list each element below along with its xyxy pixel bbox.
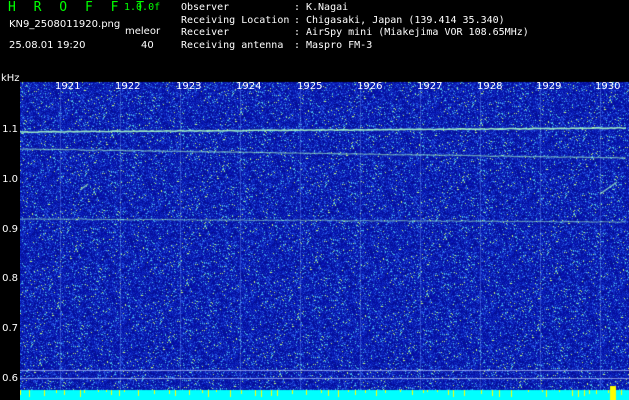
time-tick-label: 1925 [297,81,323,92]
info-value: AirSpy mini (Miakejima VOR 108.65MHz) [306,27,529,38]
freq-tick-label: 0.8 [2,273,18,284]
info-key: Receiving antenna [181,39,284,51]
time-tick-label: 1922 [115,81,141,92]
freq-tick-label: 0.9 [2,224,18,235]
info-row-receiver: Receiver: AirSpy mini (Miakejima VOR 108.… [181,27,529,40]
info-separator: : [294,14,301,26]
info-key: Receiver [181,27,230,38]
freq-tick-label: 0.7 [2,323,18,334]
version-label: 1.0.0f [124,2,161,13]
info-key: Observer [181,2,230,13]
frequency-unit-label: kHz [1,73,20,84]
info-key: Receiving Location [181,14,290,26]
filename-label: KN9_2508011920.png [9,19,121,30]
info-separator: : [294,27,301,38]
datetime-label: 25.08.01 19:20 [9,40,86,51]
time-tick-label: 1924 [236,81,262,92]
mode-label: meleor [125,26,161,37]
time-tick-label: 1921 [55,81,81,92]
freq-tick-label: 0.6 [2,373,18,384]
info-row-location: Receiving Location: Chigasaki, Japan (139… [181,15,529,28]
time-tick-label: 1927 [417,81,443,92]
info-separator: : [294,2,301,13]
time-tick-label: 1930 [595,81,621,92]
time-tick-label: 1926 [357,81,383,92]
mode-value: 40 [141,40,154,51]
freq-tick-label: 1.0 [2,174,18,185]
info-value: K.Nagai [306,2,349,13]
time-tick-label: 1928 [477,81,503,92]
freq-tick-label: 1.1 [2,124,18,135]
spectrogram-canvas [20,78,629,400]
info-row-observer: Observer: K.Nagai [181,2,529,15]
info-row-antenna: Receiving antenna: Maspro FM-3 [181,40,529,53]
time-tick-label: 1923 [176,81,202,92]
time-tick-label: 1929 [536,81,562,92]
station-info: Observer: K.Nagai Receiving Location: Chig… [181,2,529,52]
info-value: Chigasaki, Japan (139.414 35.340) [306,14,505,26]
info-separator: : [294,39,301,51]
info-value: Maspro FM-3 [306,39,373,51]
hroft-display: H R O F F T 1.0.0f KN9_2508011920.png me… [0,0,629,400]
